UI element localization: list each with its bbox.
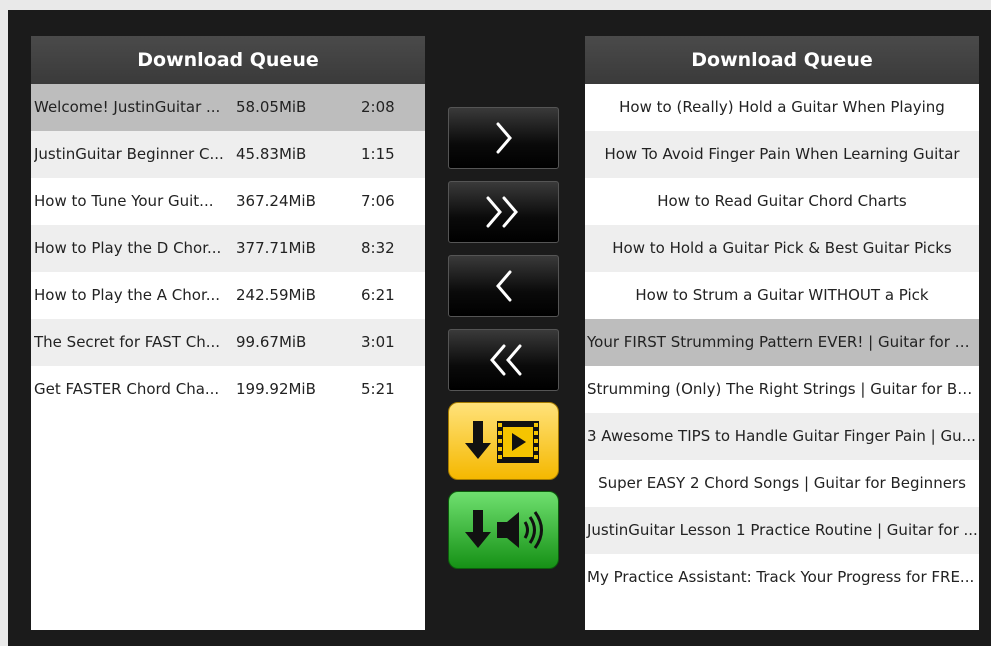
- left-row-name: How to Tune Your Guit...: [34, 192, 214, 210]
- right-queue-row[interactable]: 3 Awesome TIPS to Handle Guitar Finger P…: [585, 413, 979, 460]
- left-row-size: 377.71MiB: [236, 239, 316, 257]
- double-chevron-right-icon: [486, 196, 518, 228]
- move-left-button[interactable]: [448, 255, 559, 317]
- left-row-name: How to Play the D Chor...: [34, 239, 222, 257]
- left-row-duration: 1:15: [361, 145, 395, 163]
- download-video-button[interactable]: [448, 402, 559, 480]
- left-row-size: 242.59MiB: [236, 286, 316, 304]
- left-queue-row[interactable]: How to Play the D Chor... 377.71MiB 8:32: [31, 225, 425, 272]
- left-row-duration: 7:06: [361, 192, 395, 210]
- left-row-name: Welcome! JustinGuitar ...: [34, 98, 221, 116]
- right-queue-row[interactable]: How to Strum a Guitar WITHOUT a Pick: [585, 272, 979, 319]
- left-queue-row[interactable]: The Secret for FAST Ch... 99.67MiB 3:01: [31, 319, 425, 366]
- right-queue-row[interactable]: How to Read Guitar Chord Charts: [585, 178, 979, 225]
- left-row-size: 99.67MiB: [236, 333, 307, 351]
- left-row-size: 45.83MiB: [236, 145, 307, 163]
- left-row-size: 199.92MiB: [236, 380, 316, 398]
- double-chevron-left-icon: [489, 344, 521, 376]
- left-row-size: 58.05MiB: [236, 98, 307, 116]
- left-queue-row[interactable]: How to Play the A Chor... 242.59MiB 6:21: [31, 272, 425, 319]
- right-download-queue: Download Queue How to (Really) Hold a Gu…: [585, 36, 979, 630]
- right-queue-row[interactable]: How to (Really) Hold a Guitar When Playi…: [585, 84, 979, 131]
- move-all-left-button[interactable]: [448, 329, 559, 391]
- left-row-duration: 3:01: [361, 333, 395, 351]
- download-audio-button[interactable]: [448, 491, 559, 569]
- left-queue-row[interactable]: How to Tune Your Guit... 367.24MiB 7:06: [31, 178, 425, 225]
- chevron-right-icon: [496, 122, 512, 154]
- right-queue-row[interactable]: Strumming (Only) The Right Strings | Gui…: [585, 366, 979, 413]
- right-queue-row[interactable]: My Practice Assistant: Track Your Progre…: [585, 554, 979, 601]
- left-panel-title: Download Queue: [31, 36, 425, 84]
- left-row-duration: 6:21: [361, 286, 395, 304]
- left-queue-row[interactable]: Welcome! JustinGuitar ... 58.05MiB 2:08: [31, 84, 425, 131]
- left-row-duration: 5:21: [361, 380, 395, 398]
- move-right-button[interactable]: [448, 107, 559, 169]
- left-download-queue: Download Queue Welcome! JustinGuitar ...…: [31, 36, 425, 630]
- right-queue-row[interactable]: Your FIRST Strumming Pattern EVER! | Gui…: [585, 319, 979, 366]
- left-row-size: 367.24MiB: [236, 192, 316, 210]
- right-queue-row[interactable]: How to Hold a Guitar Pick & Best Guitar …: [585, 225, 979, 272]
- left-queue-row[interactable]: JustinGuitar Beginner C... 45.83MiB 1:15: [31, 131, 425, 178]
- left-row-name: JustinGuitar Beginner C...: [34, 145, 224, 163]
- right-queue-row[interactable]: JustinGuitar Lesson 1 Practice Routine |…: [585, 507, 979, 554]
- right-queue-row[interactable]: Super EASY 2 Chord Songs | Guitar for Be…: [585, 460, 979, 507]
- left-row-duration: 2:08: [361, 98, 395, 116]
- left-queue-row[interactable]: Get FASTER Chord Cha... 199.92MiB 5:21: [31, 366, 425, 413]
- left-row-duration: 8:32: [361, 239, 395, 257]
- right-queue-row[interactable]: How To Avoid Finger Pain When Learning G…: [585, 131, 979, 178]
- left-row-name: The Secret for FAST Ch...: [34, 333, 221, 351]
- left-row-name: Get FASTER Chord Cha...: [34, 380, 220, 398]
- right-panel-title: Download Queue: [585, 36, 979, 84]
- left-row-name: How to Play the A Chor...: [34, 286, 221, 304]
- download-video-icon: [464, 421, 539, 463]
- move-all-right-button[interactable]: [448, 181, 559, 243]
- download-audio-icon: [464, 510, 543, 549]
- chevron-left-icon: [495, 270, 511, 302]
